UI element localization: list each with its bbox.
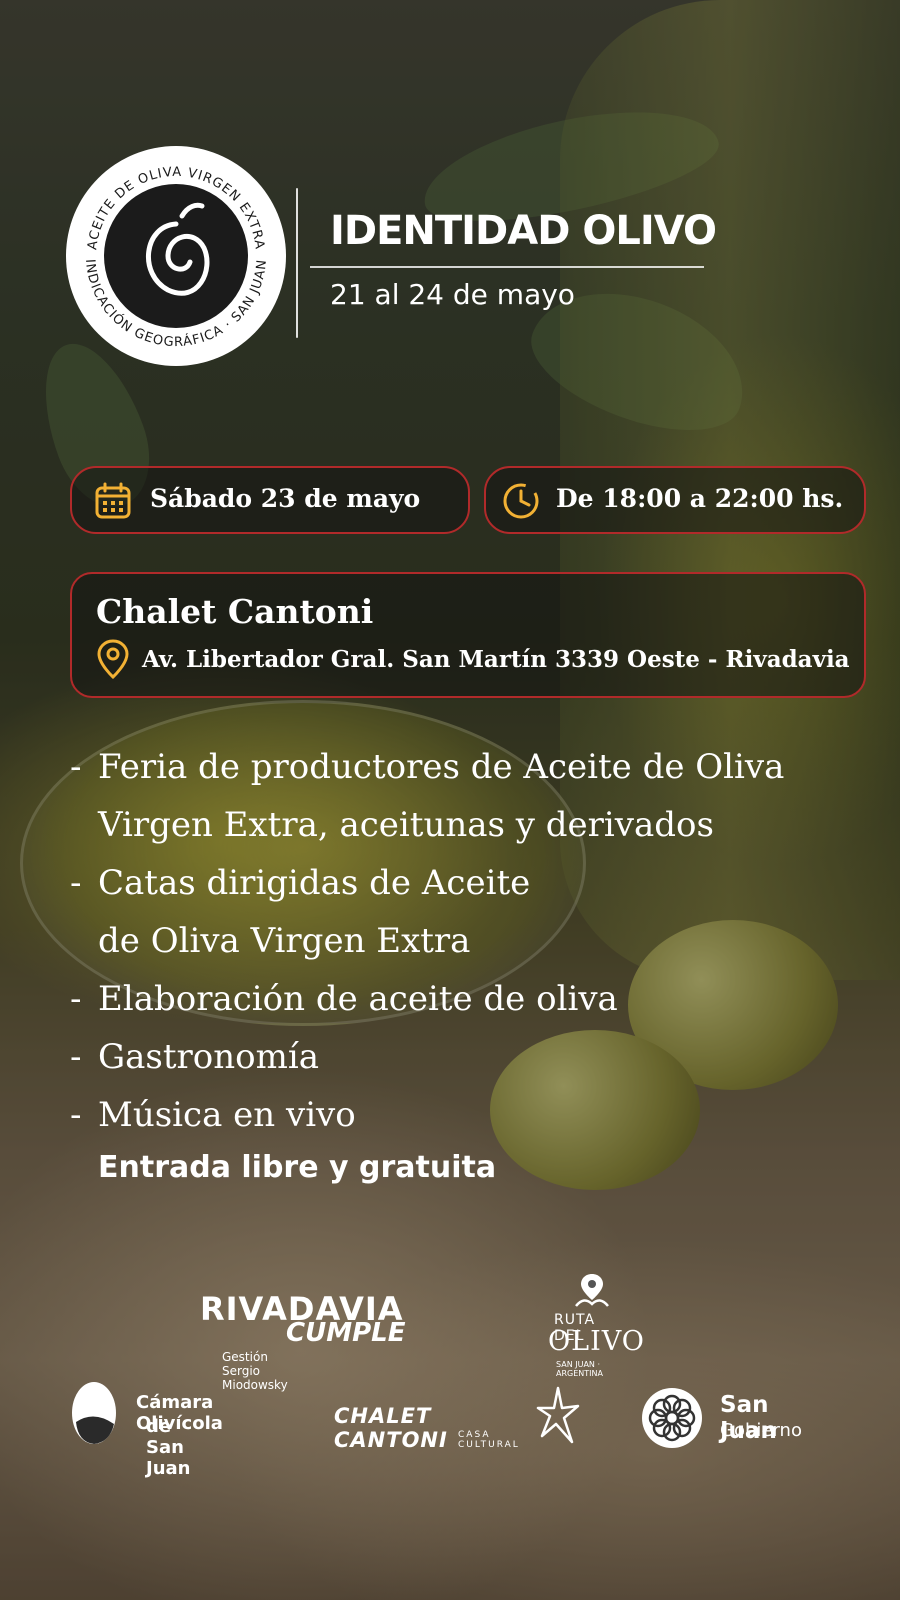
event-poster: · ACEITE DE OLIVA VIRGEN EXTRA · INDICAC… bbox=[0, 0, 900, 1600]
event-title: IDENTIDAD OLIVO bbox=[330, 208, 717, 254]
event-dates: 21 al 24 de mayo bbox=[330, 278, 575, 311]
rivadavia-line2: CUMPLE bbox=[286, 1318, 406, 1348]
calendar-icon bbox=[95, 482, 131, 519]
list-item: - Elaboración de aceite de oliva bbox=[70, 979, 618, 1019]
date-badge: Sábado 23 de mayo bbox=[70, 466, 470, 534]
clock-icon bbox=[503, 483, 539, 519]
location-pin-icon bbox=[97, 639, 129, 680]
divider-vertical bbox=[296, 188, 298, 338]
camara-line2: de San Juan bbox=[146, 1416, 191, 1479]
sun-emblem-icon bbox=[642, 1388, 702, 1448]
entry-note: Entrada libre y gratuita bbox=[98, 1150, 497, 1185]
venue-box: Chalet Cantoni Av. Libertador Gral. San … bbox=[70, 572, 866, 698]
list-item: de Oliva Virgen Extra bbox=[98, 921, 471, 961]
activities-list: - Feria de productores de Aceite de Oliva… bbox=[70, 738, 784, 1144]
venue-name: Chalet Cantoni bbox=[96, 592, 374, 631]
sanjuan-line2: Gobierno bbox=[720, 1420, 802, 1441]
aove-seal-logo: · ACEITE DE OLIVA VIRGEN EXTRA · INDICAC… bbox=[64, 144, 286, 366]
list-item: - Gastronomía bbox=[70, 1037, 320, 1077]
ruta-sub: SAN JUAN · ARGENTINA bbox=[556, 1360, 603, 1378]
list-item: Virgen Extra, aceitunas y derivados bbox=[98, 805, 714, 845]
rivadavia-sub: Gestión Sergio Miodowsky bbox=[222, 1350, 288, 1392]
ruta-line2: OLIVO bbox=[548, 1326, 645, 1357]
olive-pin-icon bbox=[575, 1274, 609, 1307]
list-item: - Música en vivo bbox=[70, 1095, 356, 1135]
venue-address: Av. Libertador Gral. San Martín 3339 Oes… bbox=[142, 646, 850, 673]
chalet-line2: CASA CULTURAL bbox=[458, 1430, 520, 1450]
title-underline bbox=[310, 266, 704, 268]
list-item: - Feria de productores de Aceite de Oliva bbox=[70, 747, 785, 787]
event-day: Sábado 23 de mayo bbox=[150, 484, 421, 513]
time-badge: De 18:00 a 22:00 hs. bbox=[484, 466, 866, 534]
olive-drop-icon bbox=[72, 1382, 116, 1444]
event-time: De 18:00 a 22:00 hs. bbox=[556, 484, 844, 513]
star-burst-icon bbox=[536, 1386, 580, 1444]
chalet-line1: CHALET CANTONI bbox=[334, 1404, 448, 1452]
list-item: - Catas dirigidas de Aceite bbox=[70, 863, 531, 903]
